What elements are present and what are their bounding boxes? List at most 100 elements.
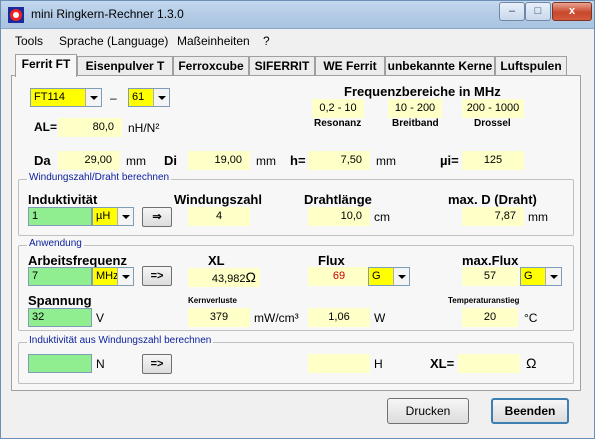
- h-label: h=: [290, 153, 306, 168]
- flux-unit-select[interactable]: G: [368, 267, 410, 286]
- app-window: mini Ringkern-Rechner 1.3.0 – □ x Tools …: [0, 0, 595, 439]
- close-button[interactable]: x: [552, 2, 592, 21]
- inductance-result: [308, 354, 370, 373]
- freq-label-breitband: Breitband: [392, 118, 439, 129]
- di-label: Di: [164, 153, 177, 168]
- xl-label: XL: [208, 253, 225, 268]
- tab-luftspulen[interactable]: Luftspulen: [495, 56, 567, 76]
- ring-core-icon: [8, 7, 24, 23]
- h-value: 7,50: [308, 151, 370, 170]
- chevron-down-icon[interactable]: [393, 268, 409, 285]
- mui-label: µi=: [440, 153, 459, 168]
- tab-unbekannte-kerne[interactable]: unbekannte Kerne: [385, 56, 495, 76]
- print-button[interactable]: Drucken: [387, 398, 469, 424]
- tab-strip: Ferrit FT Eisenpulver T Ferroxcube SIFER…: [11, 54, 581, 77]
- chevron-down-icon[interactable]: [85, 89, 101, 106]
- tab-ferroxcube[interactable]: Ferroxcube: [173, 56, 249, 76]
- di-value: 19,00: [188, 151, 250, 170]
- turns-label: Windungszahl: [174, 192, 262, 207]
- core-mix-select[interactable]: 61: [128, 88, 170, 107]
- h-unit: mm: [376, 154, 396, 168]
- exit-button[interactable]: Beenden: [491, 398, 569, 424]
- da-value: 29,00: [58, 151, 120, 170]
- menu-units[interactable]: Maßeinheiten: [177, 34, 250, 48]
- calc-application-button[interactable]: =>: [142, 266, 172, 286]
- core-loss-total-value: 1,06: [308, 308, 370, 327]
- flux-unit-value: G: [372, 270, 381, 282]
- flux-value: 69: [308, 267, 370, 286]
- di-unit: mm: [256, 154, 276, 168]
- chevron-down-icon[interactable]: [153, 89, 169, 106]
- application-group-title: Anwendung: [27, 238, 84, 249]
- voltage-input[interactable]: 32: [28, 308, 92, 327]
- inductance-input[interactable]: 1: [28, 207, 92, 226]
- wire-length-label: Drahtlänge: [304, 192, 372, 207]
- xl-result-label: XL=: [430, 356, 455, 371]
- inductance-unit-value: µH: [96, 210, 111, 222]
- window-title: mini Ringkern-Rechner 1.3.0: [31, 7, 184, 21]
- temp-rise-unit: °C: [524, 311, 538, 325]
- work-freq-input[interactable]: 7: [28, 267, 92, 286]
- work-freq-label: Arbeitsfrequenz: [28, 253, 127, 268]
- maximize-button[interactable]: □: [525, 2, 551, 21]
- tab-we-ferrit[interactable]: WE Ferrit: [315, 56, 385, 76]
- work-freq-unit-value: MHz: [96, 270, 119, 282]
- winding-group-title: Windungszahl/Draht berechnen: [27, 172, 172, 183]
- inductance-unit-select[interactable]: µH: [92, 207, 134, 226]
- menu-bar: Tools Sprache (Language) Maßeinheiten ?: [1, 30, 594, 52]
- minimize-button[interactable]: –: [499, 2, 525, 21]
- core-loss-label: Kernverluste: [188, 296, 237, 305]
- max-wire-d-unit: mm: [528, 210, 548, 224]
- tab-siferrit[interactable]: SIFERRIT: [249, 56, 315, 76]
- max-flux-value: 57: [462, 267, 518, 286]
- inductance-from-turns-title: Induktivität aus Windungszahl berechnen: [27, 335, 214, 346]
- title-bar: mini Ringkern-Rechner 1.3.0 – □ x: [1, 1, 594, 29]
- freq-range-breitband: 10 - 200: [388, 99, 442, 118]
- core-loss-value: 379: [188, 308, 250, 327]
- al-unit: nH/N²: [128, 121, 160, 135]
- core-loss-unit: mW/cm³: [254, 311, 299, 325]
- freq-label-drossel: Drossel: [474, 118, 511, 129]
- tab-ferrit-ft[interactable]: Ferrit FT: [15, 54, 77, 77]
- temp-rise-label: Temperaturanstieg: [448, 296, 520, 305]
- menu-language[interactable]: Sprache (Language): [59, 34, 168, 48]
- max-wire-d-value: 7,87: [462, 207, 524, 226]
- chevron-down-icon[interactable]: [117, 268, 133, 285]
- da-unit: mm: [126, 154, 146, 168]
- turns-input[interactable]: [28, 354, 92, 373]
- xl-unit: Ω: [245, 269, 256, 285]
- tab-eisenpulver[interactable]: Eisenpulver T: [77, 56, 173, 76]
- voltage-unit: V: [96, 311, 105, 325]
- max-flux-label: max.Flux: [462, 253, 519, 268]
- freq-label-resonanz: Resonanz: [314, 118, 362, 129]
- core-dash: –: [110, 91, 117, 105]
- inductance-result-unit: H: [374, 357, 383, 371]
- turns-value: 4: [188, 207, 250, 226]
- turns-input-unit: N: [96, 357, 105, 371]
- core-type-value: FT114: [34, 91, 65, 103]
- voltage-label: Spannung: [28, 293, 92, 308]
- chevron-down-icon[interactable]: [545, 268, 561, 285]
- core-loss-total-unit: W: [374, 311, 386, 325]
- temp-rise-value: 20: [462, 308, 518, 327]
- da-label: Da: [34, 153, 51, 168]
- core-type-select[interactable]: FT114: [30, 88, 102, 107]
- xl-value-field: 43,982Ω: [188, 268, 260, 287]
- inductance-label: Induktivität: [28, 192, 98, 207]
- work-freq-unit-select[interactable]: MHz: [92, 267, 134, 286]
- max-flux-unit-select[interactable]: G: [520, 267, 562, 286]
- calc-inductance-button[interactable]: =>: [142, 354, 172, 374]
- chevron-down-icon[interactable]: [117, 208, 133, 225]
- calc-turns-button[interactable]: ⇒: [142, 207, 172, 227]
- freq-range-resonanz: 0,2 - 10: [312, 99, 364, 118]
- max-wire-d-label: max. D (Draht): [448, 192, 537, 207]
- wire-length-unit: cm: [374, 210, 390, 224]
- xl-result: [458, 354, 520, 373]
- xl-value: 43,982: [211, 273, 246, 285]
- freq-range-drossel: 200 - 1000: [462, 99, 524, 118]
- wire-length-value: 10,0: [308, 207, 370, 226]
- core-mix-value: 61: [132, 91, 145, 103]
- flux-label: Flux: [318, 253, 345, 268]
- menu-tools[interactable]: Tools: [15, 34, 43, 48]
- menu-help[interactable]: ?: [263, 34, 270, 48]
